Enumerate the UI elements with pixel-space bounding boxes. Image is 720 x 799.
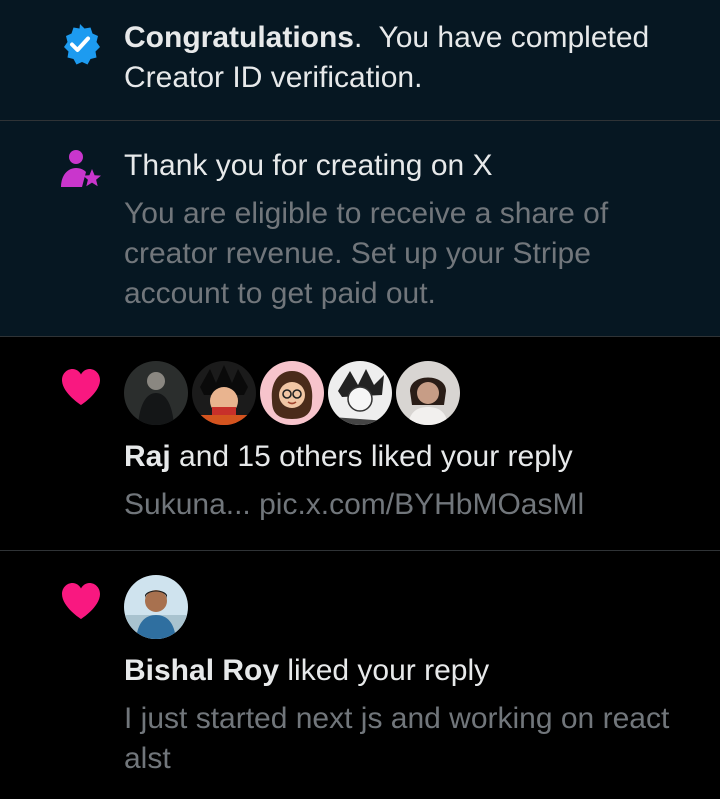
avatar[interactable]: [124, 361, 188, 425]
notification-content: Congratulations. You have completed Crea…: [124, 18, 700, 98]
notification-content: Thank you for creating on X You are elig…: [124, 146, 700, 314]
avatar[interactable]: [260, 361, 324, 425]
avatar[interactable]: [192, 361, 256, 425]
heart-icon: [60, 581, 102, 626]
notification-title: Congratulations. You have completed Crea…: [124, 18, 700, 98]
notification-verification[interactable]: Congratulations. You have completed Crea…: [0, 0, 720, 121]
notification-content: Bishal Roy liked your reply I just start…: [124, 575, 700, 779]
notification-title-bold: Congratulations: [124, 21, 354, 54]
creator-star-icon: [58, 147, 104, 198]
notification-title: Raj and 15 others liked your reply: [124, 437, 700, 477]
notification-title: Thank you for creating on X: [124, 149, 493, 182]
notification-creator-revenue[interactable]: Thank you for creating on X You are elig…: [0, 121, 720, 337]
heart-icon: [60, 367, 102, 412]
notification-action: and 15 others liked your reply: [170, 440, 573, 473]
notification-content: Raj and 15 others liked your reply Sukun…: [124, 361, 700, 525]
notification-body: You are eligible to receive a share of c…: [124, 197, 609, 310]
avatar[interactable]: [396, 361, 460, 425]
notification-title: Bishal Roy liked your reply: [124, 651, 700, 691]
avatar[interactable]: [328, 361, 392, 425]
avatar-row: [124, 361, 700, 425]
notification-like-group[interactable]: Raj and 15 others liked your reply Sukun…: [0, 337, 720, 551]
actor-name[interactable]: Bishal Roy: [124, 654, 279, 687]
reply-snippet: Sukuna... pic.x.com/BYHbMOasMl: [124, 488, 585, 521]
avatar[interactable]: [124, 575, 188, 639]
actor-name[interactable]: Raj: [124, 440, 171, 473]
notification-like-single[interactable]: Bishal Roy liked your reply I just start…: [0, 551, 720, 799]
notification-action: liked your reply: [279, 654, 490, 687]
verified-badge-icon: [58, 22, 102, 71]
reply-snippet: I just started next js and working on re…: [124, 702, 670, 775]
